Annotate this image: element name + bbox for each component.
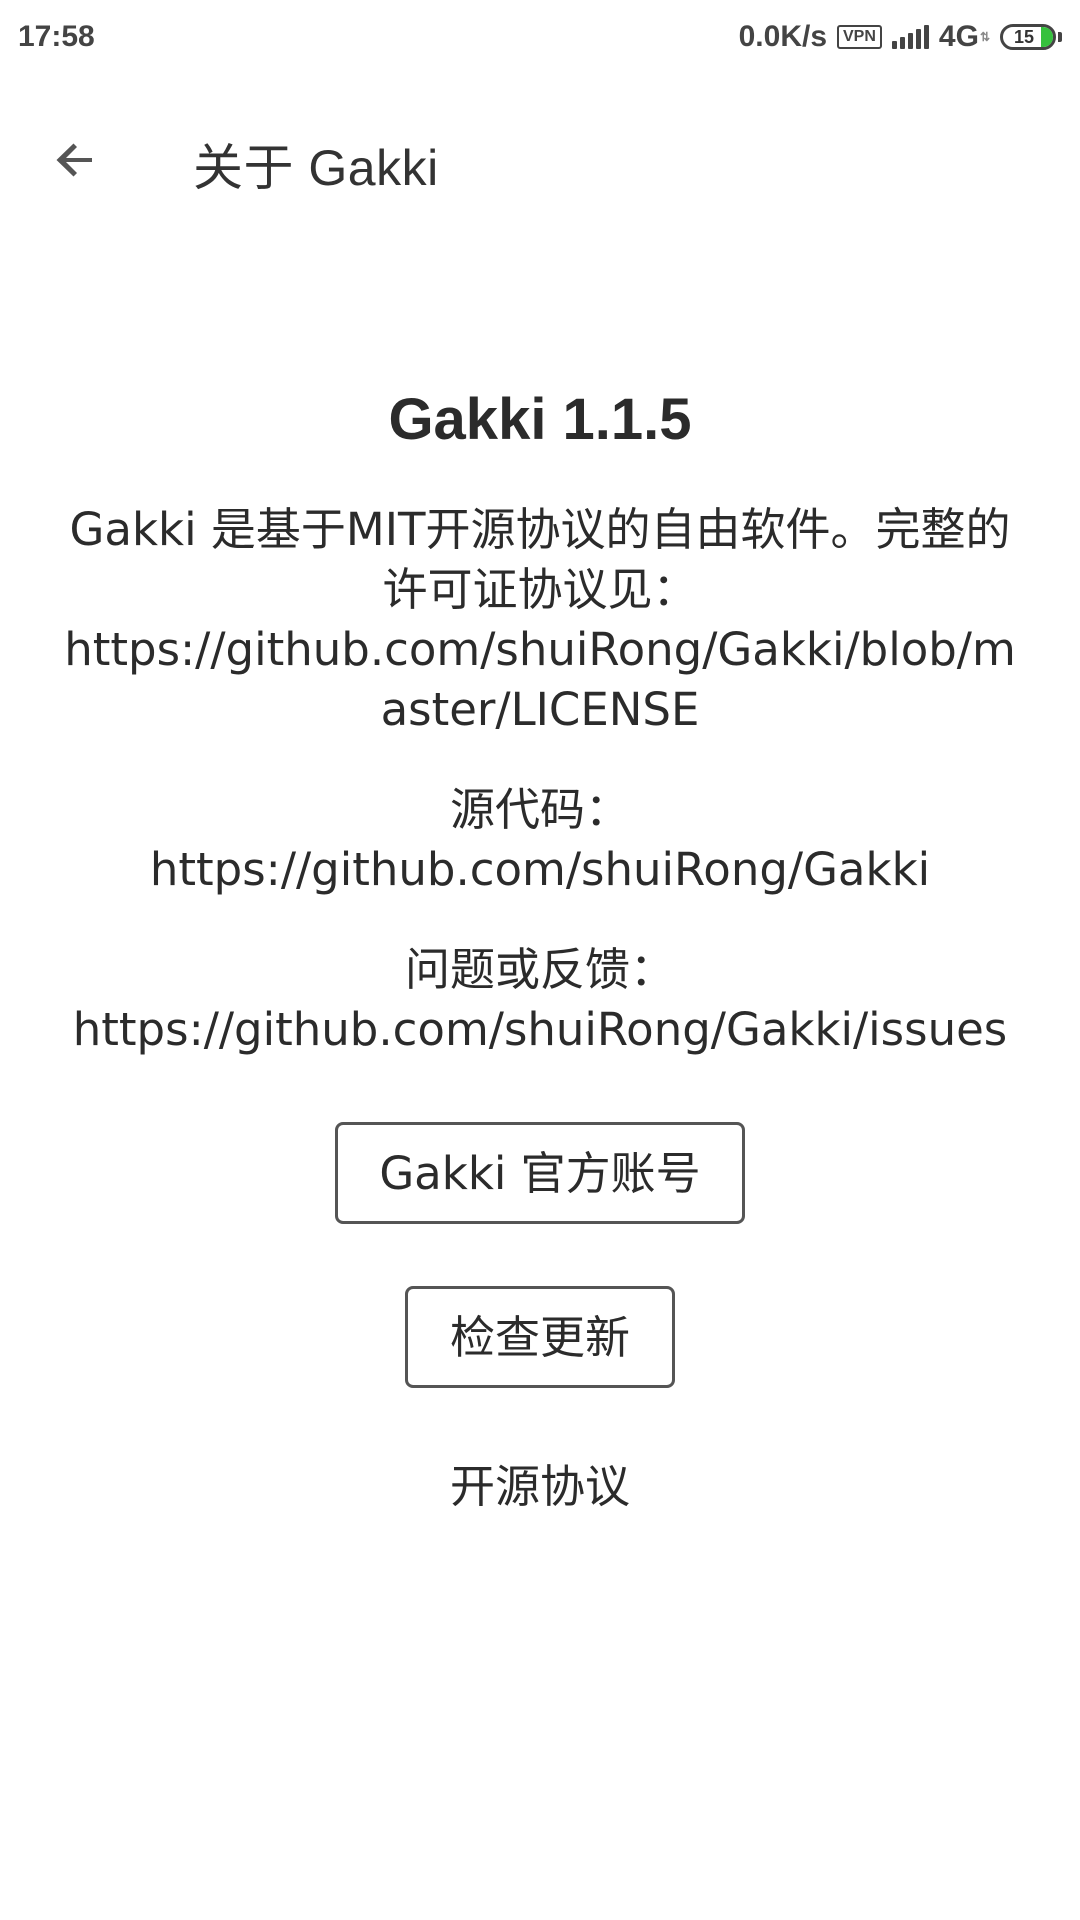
- net-speed: 0.0K/s: [738, 20, 827, 53]
- issues-url[interactable]: https://github.com/shuiRong/Gakki/issues: [60, 1000, 1020, 1060]
- source-info: 源代码： https://github.com/shuiRong/Gakki: [60, 780, 1020, 900]
- status-time: 17:58: [18, 20, 95, 53]
- license-text: Gakki 是基于MIT开源协议的自由软件。完整的许可证协议见：: [69, 503, 1011, 616]
- issues-label: 问题或反馈：: [404, 943, 675, 996]
- license-url[interactable]: https://github.com/shuiRong/Gakki/blob/m…: [60, 620, 1020, 740]
- issues-info: 问题或反馈： https://github.com/shuiRong/Gakki…: [60, 940, 1020, 1060]
- network-type: 4G ⇅: [938, 20, 990, 53]
- source-label: 源代码：: [449, 783, 630, 836]
- battery-icon: 15: [1000, 24, 1056, 50]
- data-arrows-icon: ⇅: [979, 30, 990, 44]
- battery-cap: [1058, 32, 1062, 42]
- source-url[interactable]: https://github.com/shuiRong/Gakki: [60, 840, 1020, 900]
- status-icons: 0.0K/s VPN 4G ⇅ 15: [739, 20, 1062, 54]
- toolbar: 关于 Gakki: [0, 100, 1080, 220]
- back-button[interactable]: [40, 124, 112, 196]
- arrow-left-icon: [56, 143, 92, 177]
- license-info: Gakki 是基于MIT开源协议的自由软件。完整的许可证协议见： https:/…: [60, 500, 1020, 740]
- check-update-button[interactable]: 检查更新: [405, 1286, 675, 1388]
- status-bar: 17:58 0.0K/s VPN 4G ⇅ 15: [0, 0, 1080, 74]
- official-account-button[interactable]: Gakki 官方账号: [335, 1122, 745, 1224]
- signal-icon: [891, 25, 929, 49]
- page-title: 关于 Gakki: [193, 140, 439, 196]
- about-content: Gakki 1.1.5 Gakki 是基于MIT开源协议的自由软件。完整的许可证…: [0, 380, 1080, 1515]
- app-version: Gakki 1.1.5: [388, 387, 692, 452]
- vpn-icon: VPN: [837, 25, 882, 49]
- battery-level: 15: [1013, 26, 1035, 47]
- open-source-license-link[interactable]: 开源协议: [450, 1450, 630, 1515]
